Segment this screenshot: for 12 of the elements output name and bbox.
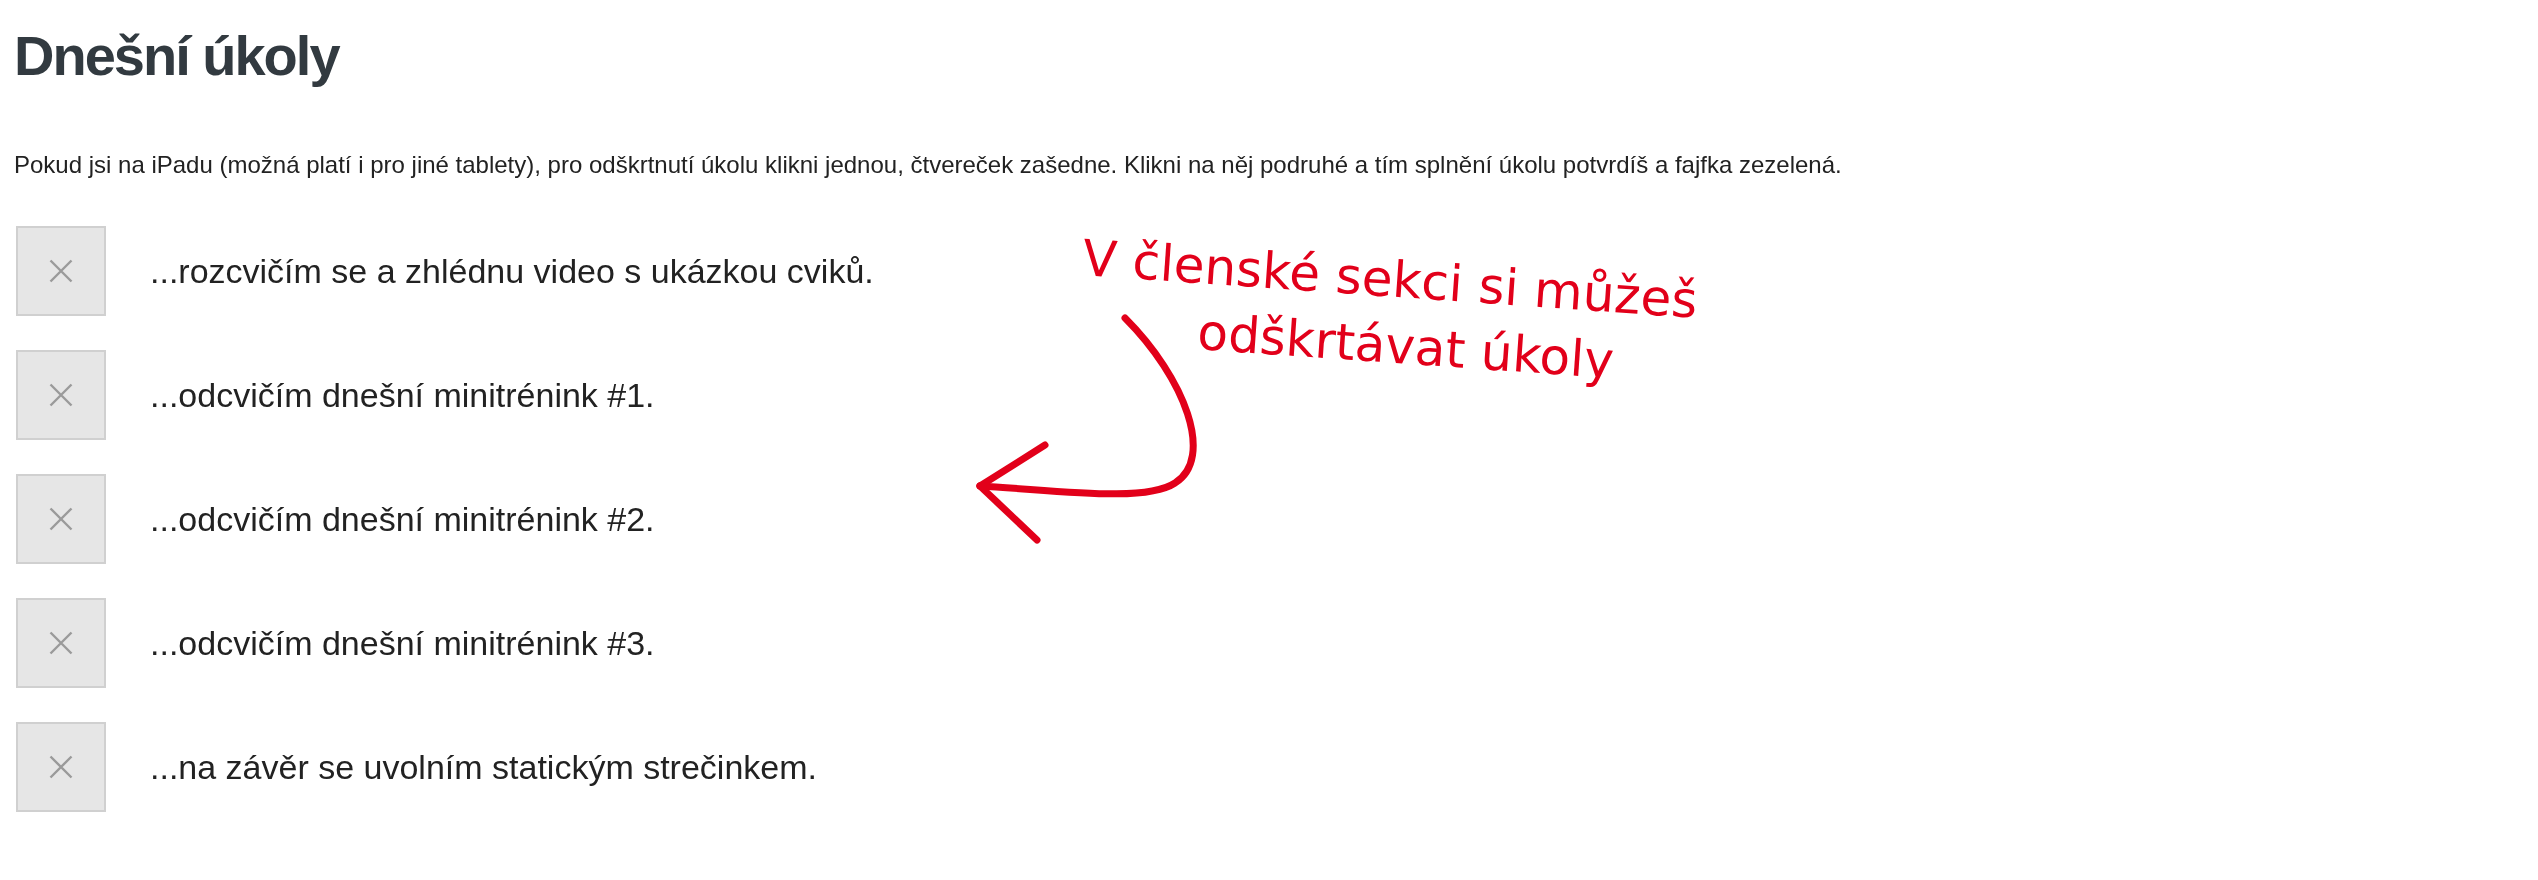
task-checkbox[interactable]: [16, 474, 106, 564]
page-title: Dnešní úkoly: [14, 23, 341, 89]
task-checkbox[interactable]: [16, 598, 106, 688]
task-label: ...odcvičím dnešní minitrénink #3.: [150, 623, 655, 663]
task-label: ...odcvičím dnešní minitrénink #1.: [150, 375, 655, 415]
task-label: ...rozcvičím se a zhlédnu video s ukázkou cviků.: [150, 251, 874, 291]
task-checkbox[interactable]: [16, 722, 106, 812]
task-checkbox[interactable]: [16, 350, 106, 440]
task-label: ...na závěr se uvolním statickým strečinkem.: [150, 747, 817, 787]
task-label: ...odcvičím dnešní minitrénink #2.: [150, 499, 655, 539]
instructions-text: Pokud jsi na iPadu (možná platí i pro jiné tablety), pro odškrtnutí úkolu klikni jednou, čtvereček zašedne. Klikni na něj podruhé a tím splnění úkolu potvrdíš a fajfka zezelená.: [14, 150, 1843, 180]
task-checkbox[interactable]: [16, 226, 106, 316]
